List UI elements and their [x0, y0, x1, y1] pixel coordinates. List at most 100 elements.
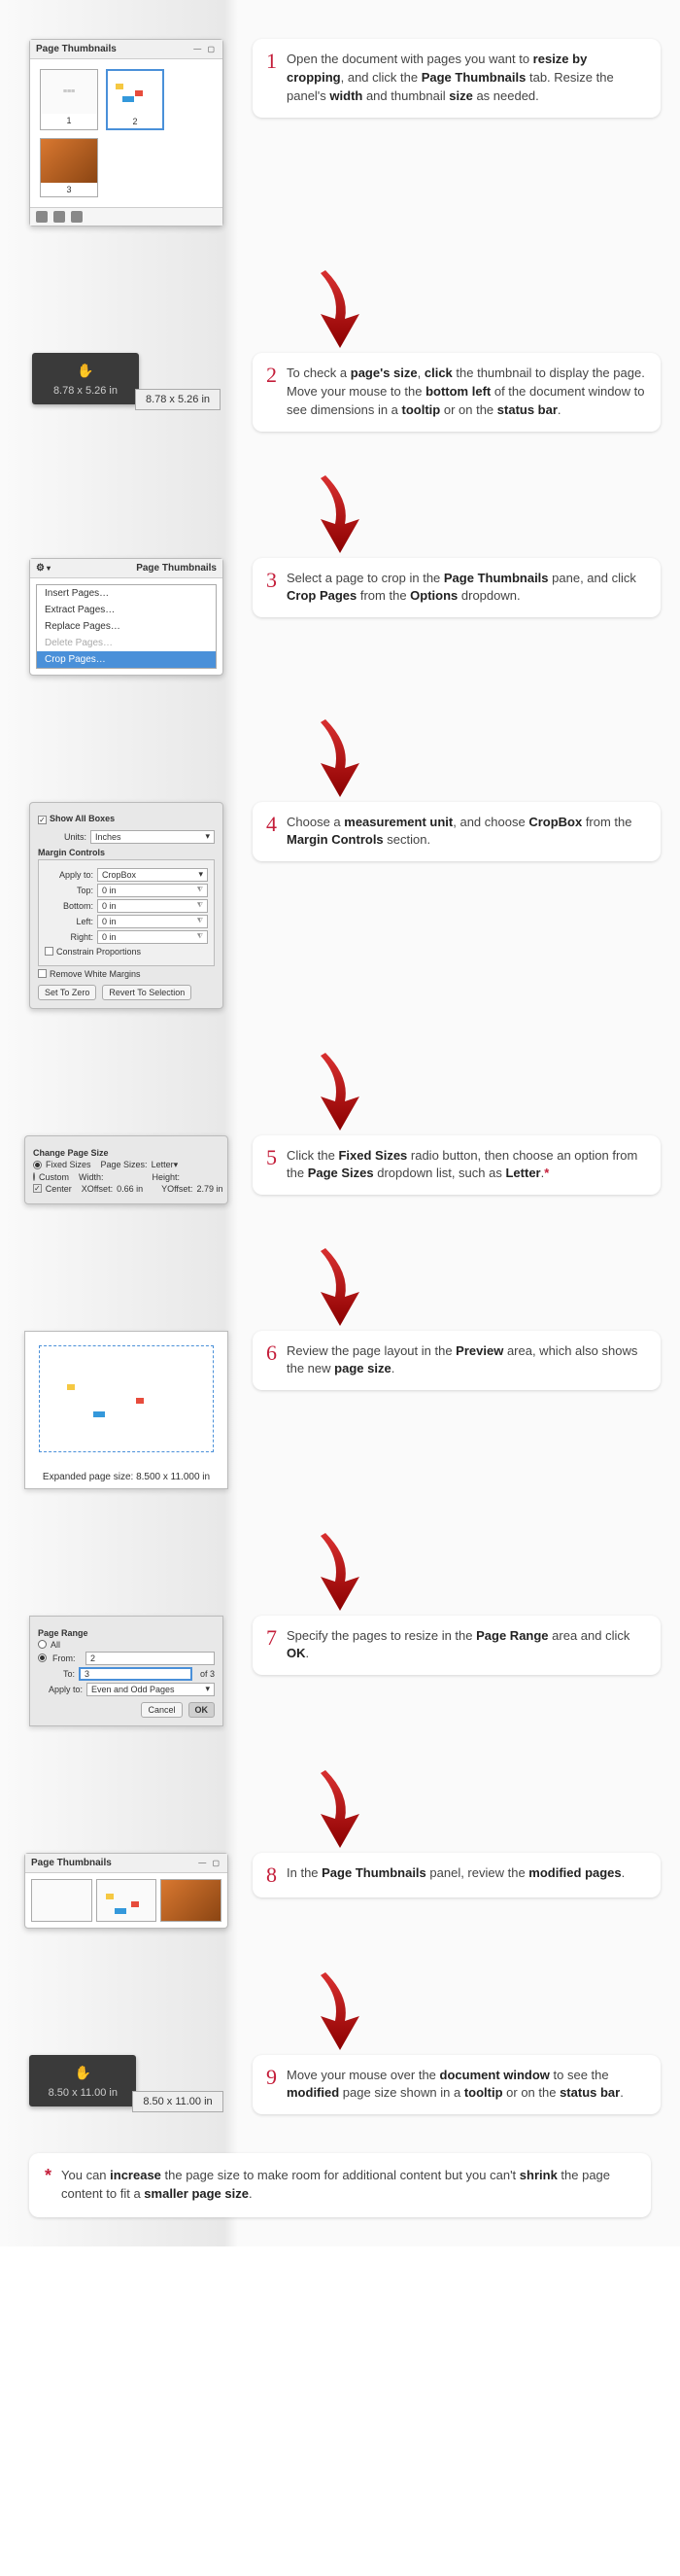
- range-from-radio[interactable]: [38, 1654, 47, 1662]
- step-6: Expanded page size: 8.500 x 11.000 in 6 …: [19, 1331, 661, 1489]
- step-4-instruction: 4 Choose a measurement unit, and choose …: [253, 802, 661, 862]
- preview-page-outline: [39, 1345, 214, 1452]
- toolbar-icon[interactable]: [36, 211, 48, 223]
- tooltip-dimension: 8.78 x 5.26 in: [135, 389, 221, 410]
- window-controls[interactable]: — ▢: [198, 1859, 221, 1867]
- range-all-radio[interactable]: [38, 1640, 47, 1649]
- down-arrow-icon: [306, 470, 374, 558]
- bottom-margin-input[interactable]: 0 in: [97, 899, 208, 913]
- panel-toolbar: [30, 207, 222, 226]
- status-bar-dark: ✋ 8.78 x 5.26 in: [32, 353, 139, 404]
- cancel-button[interactable]: Cancel: [141, 1702, 182, 1718]
- down-arrow-icon: [306, 1243, 374, 1331]
- range-from-input[interactable]: 2: [85, 1652, 215, 1665]
- toolbar-icon[interactable]: [53, 211, 65, 223]
- panel-title-text: Page Thumbnails: [36, 44, 117, 54]
- hand-cursor-icon: ✋: [75, 2065, 91, 2081]
- hand-cursor-icon: ✋: [77, 363, 93, 379]
- options-dropdown-menu: Insert Pages… Extract Pages… Replace Pag…: [36, 584, 217, 669]
- step-1-text: Open the document with pages you want to…: [287, 51, 647, 106]
- step-3: ⚙ Page Thumbnails Insert Pages… Extract …: [19, 558, 661, 676]
- arrow-connector: [19, 1528, 661, 1616]
- ok-button[interactable]: OK: [188, 1702, 216, 1718]
- step-7-text: Specify the pages to resize in the Page …: [287, 1627, 647, 1664]
- set-to-zero-button[interactable]: Set To Zero: [38, 985, 96, 1000]
- step-9-text: Move your mouse over the document window…: [287, 2067, 647, 2104]
- preview-area: Expanded page size: 8.500 x 11.000 in: [24, 1331, 228, 1489]
- tooltip-dimension-after: 8.50 x 11.00 in: [132, 2091, 222, 2112]
- step-1-instruction: 1 Open the document with pages you want …: [253, 39, 661, 118]
- step-1: Page Thumbnails — ▢ ≡≡≡ 1 2 3: [19, 39, 661, 226]
- step-6-number: 6: [266, 1342, 277, 1379]
- range-to-input[interactable]: 3: [79, 1667, 192, 1681]
- menu-item-insert-pages[interactable]: Insert Pages…: [37, 585, 216, 602]
- step-6-instruction: 6 Review the page layout in the Preview …: [253, 1331, 661, 1391]
- footnote-text: You can increase the page size to make r…: [61, 2167, 635, 2204]
- status-bar-dark: ✋ 8.50 x 11.00 in: [29, 2055, 136, 2106]
- tutorial-container: Page Thumbnails — ▢ ≡≡≡ 1 2 3: [0, 0, 680, 2246]
- step-9: ✋ 8.50 x 11.00 in 8.50 x 11.00 in 9 Move…: [19, 2055, 661, 2115]
- thumbnail-page-1[interactable]: ≡≡≡ 1: [40, 69, 98, 130]
- footnote-asterisk: *: [45, 2167, 51, 2204]
- fixed-sizes-radio[interactable]: [33, 1161, 42, 1169]
- step-1-number: 1: [266, 51, 277, 106]
- apply-to-select[interactable]: CropBox▾: [97, 868, 208, 882]
- menu-item-delete-pages: Delete Pages…: [37, 635, 216, 651]
- left-margin-input[interactable]: 0 in: [97, 915, 208, 928]
- step-4-number: 4: [266, 814, 277, 851]
- step-8-text: In the Page Thumbnails panel, review the…: [287, 1864, 647, 1886]
- arrow-connector: [19, 1243, 661, 1331]
- down-arrow-icon: [306, 714, 374, 802]
- dimension-after: 8.50 x 11.00 in: [49, 2087, 118, 2099]
- arrow-connector: [19, 714, 661, 802]
- gear-icon[interactable]: ⚙: [36, 563, 51, 574]
- apply-to-pages-select[interactable]: Even and Odd Pages▾: [86, 1683, 215, 1696]
- thumbnail-page-3[interactable]: 3: [40, 138, 98, 197]
- custom-radio[interactable]: [33, 1172, 35, 1181]
- change-page-size-dialog: Change Page Size Fixed Sizes Page Sizes:…: [24, 1135, 228, 1204]
- remove-white-margins-checkbox[interactable]: [38, 969, 47, 978]
- revert-to-selection-button[interactable]: Revert To Selection: [102, 985, 191, 1000]
- step-2-text: To check a page's size, click the thumbn…: [287, 365, 647, 420]
- down-arrow-icon: [306, 1765, 374, 1853]
- thumbnail-page-2[interactable]: [96, 1879, 157, 1922]
- page-thumbnails-panel-horizontal: Page Thumbnails— ▢: [24, 1853, 228, 1929]
- step-9-instruction: 9 Move your mouse over the document wind…: [253, 2055, 661, 2115]
- dimension-display-after: ✋ 8.50 x 11.00 in 8.50 x 11.00 in: [29, 2055, 222, 2106]
- center-checkbox[interactable]: ✓: [33, 1184, 42, 1193]
- down-arrow-icon: [306, 1048, 374, 1135]
- menu-item-extract-pages[interactable]: Extract Pages…: [37, 602, 216, 618]
- footnote-box: * You can increase the page size to make…: [29, 2153, 651, 2217]
- xoffset-input[interactable]: 0.66 in: [117, 1184, 157, 1194]
- step-5-number: 5: [266, 1147, 277, 1184]
- step-2: ✋ 8.78 x 5.26 in 8.78 x 5.26 in 2 To che…: [19, 353, 661, 432]
- arrow-connector: [19, 1048, 661, 1135]
- top-margin-input[interactable]: 0 in: [97, 884, 208, 897]
- thumbnail-page-2[interactable]: 2: [106, 69, 164, 130]
- dimension-before: 8.78 x 5.26 in: [53, 385, 118, 397]
- step-7-number: 7: [266, 1627, 277, 1664]
- preview-caption: Expanded page size: 8.500 x 11.000 in: [25, 1466, 227, 1488]
- thumbnail-page-3[interactable]: [160, 1879, 221, 1922]
- down-arrow-icon: [306, 1528, 374, 1616]
- menu-item-replace-pages[interactable]: Replace Pages…: [37, 618, 216, 635]
- step-6-text: Review the page layout in the Preview ar…: [287, 1342, 647, 1379]
- yoffset-input[interactable]: 2.79 in: [196, 1184, 237, 1194]
- step-4-text: Choose a measurement unit, and choose Cr…: [287, 814, 647, 851]
- step-4: ✓Show All Boxes Units: Inches▾ Margin Co…: [19, 802, 661, 1009]
- right-margin-input[interactable]: 0 in: [97, 930, 208, 944]
- window-controls[interactable]: — ▢: [193, 45, 217, 53]
- step-8-instruction: 8 In the Page Thumbnails panel, review t…: [253, 1853, 661, 1897]
- step-7-instruction: 7 Specify the pages to resize in the Pag…: [253, 1616, 661, 1676]
- page-thumbnails-panel: Page Thumbnails — ▢ ≡≡≡ 1 2 3: [29, 39, 223, 226]
- constrain-proportions-checkbox[interactable]: [45, 947, 53, 956]
- step-2-number: 2: [266, 365, 277, 420]
- toolbar-icon[interactable]: [71, 211, 83, 223]
- down-arrow-icon: [306, 265, 374, 353]
- units-select[interactable]: Inches▾: [90, 830, 215, 844]
- page-thumbnails-options-panel: ⚙ Page Thumbnails Insert Pages… Extract …: [29, 558, 223, 676]
- menu-item-crop-pages[interactable]: Crop Pages…: [37, 651, 216, 668]
- show-all-boxes-checkbox[interactable]: ✓: [38, 816, 47, 824]
- thumbnail-page-1[interactable]: [31, 1879, 92, 1922]
- page-sizes-select[interactable]: Letter▾: [152, 1160, 220, 1170]
